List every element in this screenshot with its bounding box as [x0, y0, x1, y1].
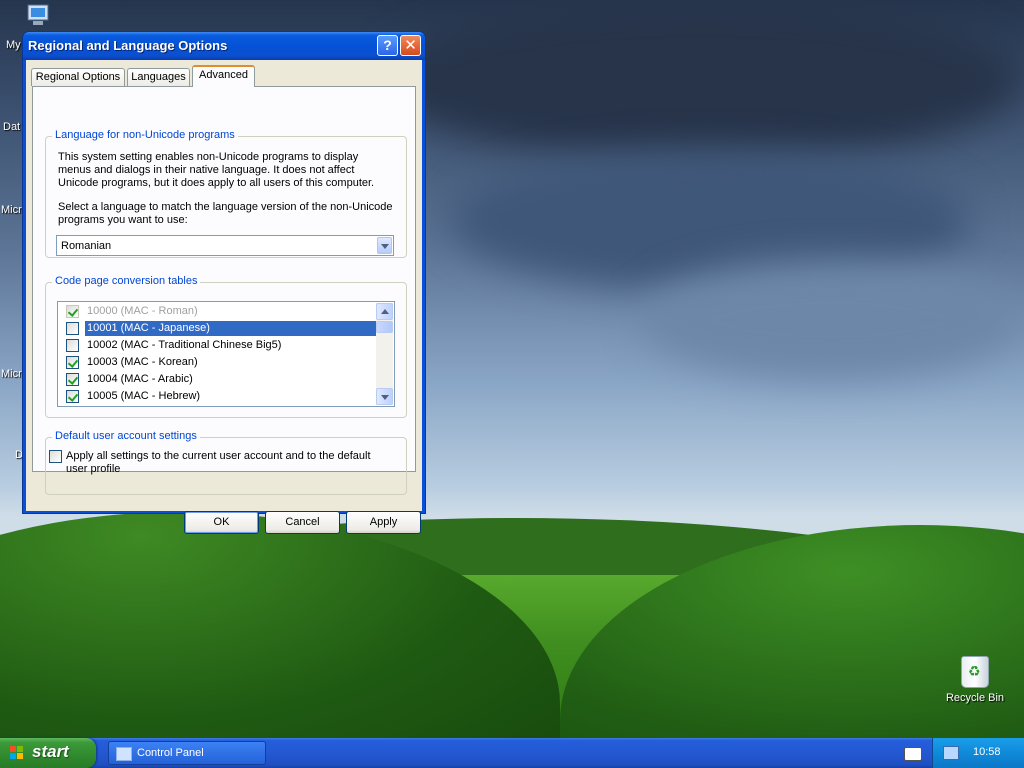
- list-item[interactable]: 10002 (MAC - Traditional Chinese Big5): [60, 337, 376, 354]
- desktop-icon-label[interactable]: Dat: [3, 121, 20, 133]
- list-item[interactable]: 10005 (MAC - Hebrew): [60, 388, 376, 405]
- recycle-bin[interactable]: ♻ Recycle Bin: [940, 656, 1010, 704]
- list-scrollbar[interactable]: [376, 303, 393, 405]
- cancel-button[interactable]: Cancel: [265, 511, 340, 534]
- taskbar-item-label: Control Panel: [137, 747, 204, 759]
- network-icon[interactable]: [943, 746, 959, 760]
- tab-languages[interactable]: Languages: [127, 68, 190, 86]
- sky-cloud: [380, 0, 1020, 160]
- apply-button[interactable]: Apply: [346, 511, 421, 534]
- list-item[interactable]: 10004 (MAC - Arabic): [60, 371, 376, 388]
- code-page-label: 10005 (MAC - Hebrew): [87, 390, 201, 402]
- list-item[interactable]: 10000 (MAC - Roman): [60, 303, 376, 320]
- chevron-down-icon[interactable]: [377, 237, 392, 254]
- code-page-label: 10001 (MAC - Japanese): [85, 321, 380, 336]
- help-button[interactable]: ?: [377, 35, 398, 56]
- code-page-checkbox[interactable]: [66, 339, 79, 352]
- non-unicode-group-label: Language for non-Unicode programs: [52, 129, 238, 141]
- code-page-checkbox[interactable]: [66, 356, 79, 369]
- windows-logo-icon: [10, 746, 24, 760]
- desktop-icon-label[interactable]: My: [6, 39, 21, 51]
- code-page-checkbox[interactable]: [66, 305, 79, 318]
- control-panel-icon: [116, 747, 132, 761]
- window-title: Regional and Language Options: [28, 38, 228, 53]
- clock[interactable]: 10:58: [973, 746, 1001, 758]
- apply-all-settings-checkbox[interactable]: [49, 450, 62, 463]
- taskbar-item-control-panel[interactable]: Control Panel: [108, 741, 266, 765]
- keyboard-icon[interactable]: [904, 747, 922, 761]
- sky-cloud: [640, 260, 1020, 380]
- list-item[interactable]: 10003 (MAC - Korean): [60, 354, 376, 371]
- system-tray: 10:58: [932, 738, 1024, 768]
- start-button[interactable]: start: [0, 738, 96, 768]
- code-page-label: 10004 (MAC - Arabic): [87, 373, 193, 385]
- code-page-group: Code page conversion tables 10000 (MAC -…: [45, 275, 407, 418]
- dialog-client-area: Regional Options Languages Advanced Lang…: [26, 60, 422, 534]
- scroll-thumb[interactable]: [376, 321, 393, 333]
- non-unicode-language-dropdown[interactable]: Romanian: [56, 235, 394, 256]
- code-page-checkbox[interactable]: [66, 390, 79, 403]
- advanced-tab-panel: Language for non-Unicode programs This s…: [32, 86, 416, 495]
- non-unicode-description: This system setting enables non-Unicode …: [58, 151, 375, 189]
- tab-regional-options[interactable]: Regional Options: [31, 68, 125, 86]
- start-label: start: [32, 742, 69, 761]
- ok-button[interactable]: OK: [184, 511, 259, 534]
- default-user-group-label: Default user account settings: [52, 430, 200, 442]
- non-unicode-prompt: Select a language to match the language …: [58, 201, 393, 226]
- code-page-label: 10002 (MAC - Traditional Chinese Big5): [87, 339, 282, 351]
- non-unicode-group: Language for non-Unicode programs This s…: [45, 129, 407, 258]
- apply-all-settings-label[interactable]: Apply all settings to the current user a…: [66, 450, 386, 476]
- code-page-list[interactable]: 10000 (MAC - Roman) 10001 (MAC - Japanese…: [57, 301, 395, 407]
- code-page-label: 10000 (MAC - Roman): [87, 305, 198, 317]
- recycle-bin-label: Recycle Bin: [945, 692, 1005, 704]
- taskbar: start Control Panel 10:58: [0, 738, 1024, 768]
- title-bar[interactable]: Regional and Language Options ? ✕: [23, 32, 425, 60]
- selected-language: Romanian: [61, 240, 112, 252]
- code-page-label: 10003 (MAC - Korean): [87, 356, 198, 368]
- scroll-up-icon[interactable]: [376, 303, 393, 320]
- regional-language-options-window: Regional and Language Options ? ✕ Region…: [22, 31, 426, 534]
- recycle-bin-icon: ♻: [961, 656, 989, 688]
- tab-advanced[interactable]: Advanced: [192, 65, 255, 87]
- close-button[interactable]: ✕: [400, 35, 421, 56]
- computer-icon: [27, 4, 49, 25]
- my-computer-icon[interactable]: [24, 4, 52, 28]
- default-user-group: Default user account settings Apply all …: [45, 430, 407, 495]
- scroll-down-icon[interactable]: [376, 388, 393, 405]
- code-page-group-label: Code page conversion tables: [52, 275, 201, 287]
- list-item[interactable]: 10001 (MAC - Japanese): [60, 320, 380, 337]
- code-page-checkbox[interactable]: [66, 373, 79, 386]
- code-page-checkbox[interactable]: [66, 322, 79, 335]
